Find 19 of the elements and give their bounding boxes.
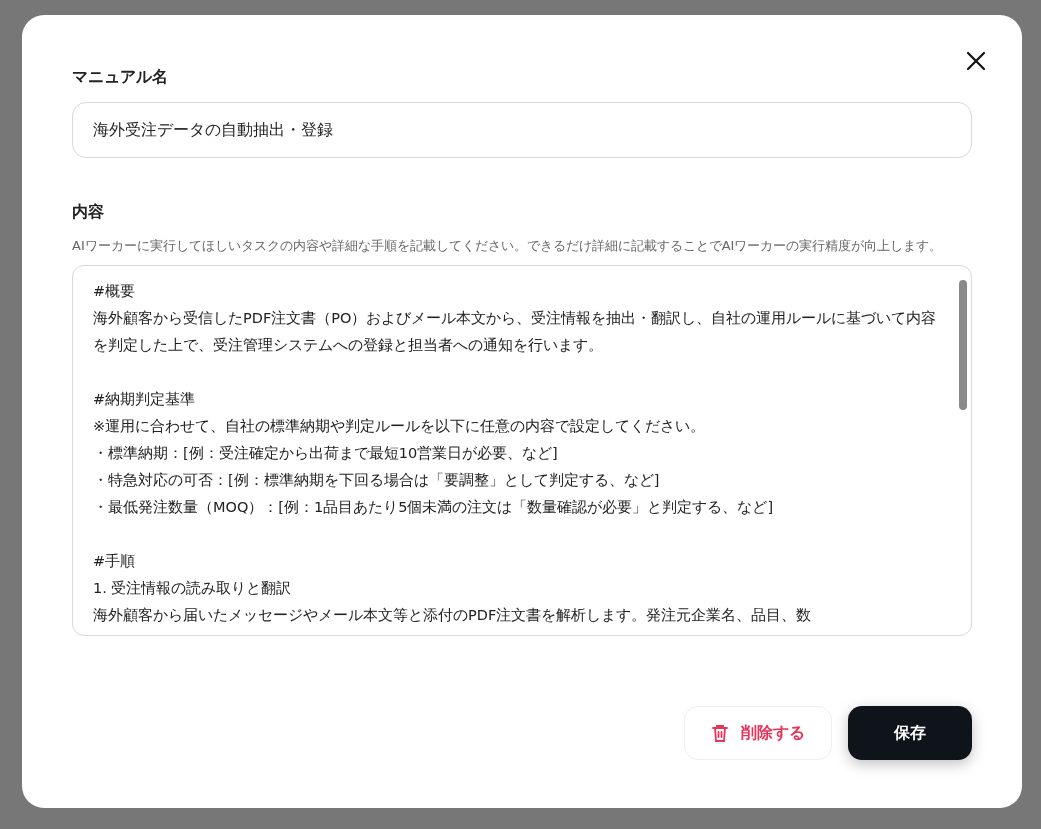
text-line: 海外顧客から受信したPDF注文書（PO）およびメール本文から、受注情報を抽出・翻訳し、自社の運用ルールに基づいて内容を判定した上で、受注管理システムへの登録と担当者への通知を行います。 [93,309,938,355]
delete-button[interactable]: 削除する [684,706,832,760]
field-label: 内容 [72,202,105,223]
trash-icon [711,723,729,743]
name-input-field[interactable]: 海外受注データの自動抽出・登録 [72,102,972,158]
text-line: ※運用に合わせて、自社の標準納期や判定ルールを以下に任意の内容で設定してください。 [93,417,707,436]
help-text: AIワーカーに実行してほしいタスクの内容や詳細な手順を記載してください。できるだけ詳細に記載することでAIワーカーの実行精度が向上します。 [72,237,944,255]
text-line: 1. 受注情報の読み取りと翻訳 [93,579,293,598]
text-line: ・最低発注数量（MOQ）：[例：1品目あたり5個未満の注文は「数量確認が必要」と判定する、など] [93,498,775,517]
text-line: 海外顧客から届いたメッセージやメール本文等と添付のPDF注文書を解析します。発注元企業名、品目、数 [93,606,813,625]
text-line: #納期判定基準 [93,390,197,409]
save-button[interactable]: 保存 [848,706,972,760]
text-line: #概要 [93,282,137,301]
close-icon [966,51,986,71]
text-line: ・特急対応の可否：[例：標準納期を下回る場合は「要調整」として判定する、など] [93,471,661,490]
text-line: #手順 [93,552,137,571]
field-label: マニュアル名 [72,67,169,88]
content-textarea[interactable] [72,265,972,636]
text-line: ・標準納期：[例：受注確定から出荷まで最短10営業日が必要、など] [93,444,559,463]
